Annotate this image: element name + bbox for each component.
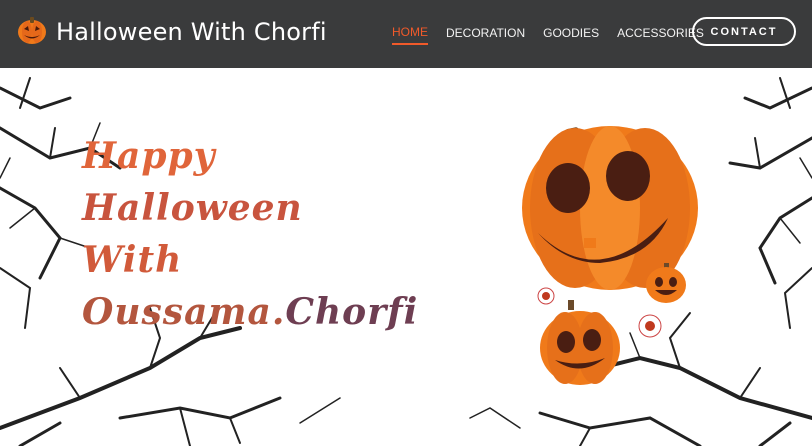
headline-name-part-1: Oussama. bbox=[82, 291, 286, 333]
headline-line-2: Halloween bbox=[82, 187, 303, 229]
medium-pumpkin-icon bbox=[540, 300, 620, 385]
hero-headline: Happy Halloween With Oussama.Chorfi bbox=[82, 130, 418, 338]
headline-name-part-2: Chorfi bbox=[285, 291, 419, 333]
pumpkin-icon bbox=[16, 14, 48, 50]
headline-line-4: Oussama.Chorfi bbox=[82, 286, 418, 338]
main-nav: HOME DECORATION GOODIES ACCESSORIES bbox=[392, 25, 722, 45]
headline-line-1: Happy bbox=[82, 135, 216, 177]
contact-button[interactable]: CONTACT bbox=[692, 17, 796, 46]
nav-goodies[interactable]: GOODIES bbox=[543, 26, 599, 44]
hero-banner: Happy Halloween With Oussama.Chorfi bbox=[0, 68, 812, 446]
top-navigation-bar: Halloween With Chorfi HOME DECORATION GO… bbox=[0, 0, 812, 68]
nav-home[interactable]: HOME bbox=[392, 25, 428, 45]
headline-line-3: With bbox=[82, 239, 183, 281]
site-title: Halloween With Chorfi bbox=[56, 18, 327, 46]
large-pumpkin-icon bbox=[522, 126, 698, 290]
brand[interactable]: Halloween With Chorfi bbox=[16, 14, 327, 50]
nav-accessories[interactable]: ACCESSORIES bbox=[617, 26, 704, 44]
nav-decoration[interactable]: DECORATION bbox=[446, 26, 525, 44]
